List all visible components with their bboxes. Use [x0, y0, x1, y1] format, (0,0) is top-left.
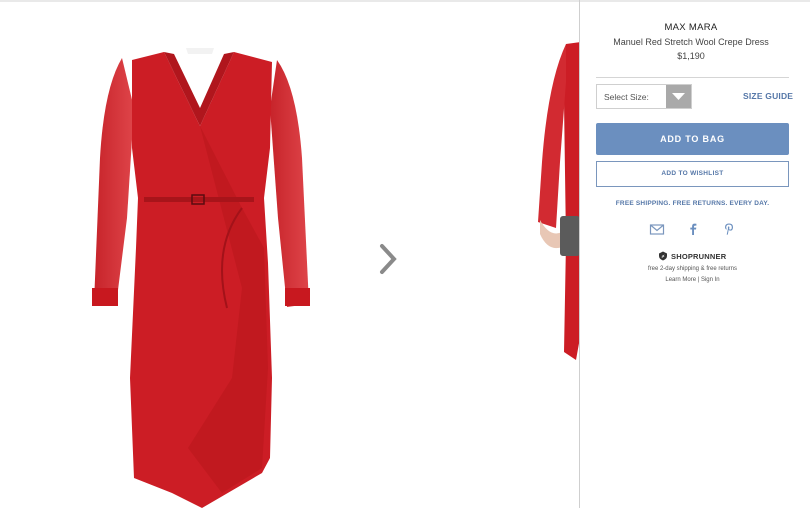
product-details-panel: MAX MARA Manuel Red Stretch Wool Crepe D… — [580, 0, 810, 508]
email-share-button[interactable] — [649, 222, 665, 236]
product-image-side — [538, 42, 579, 360]
product-image-gallery — [0, 2, 579, 508]
learn-more-link[interactable]: Learn More — [665, 277, 696, 283]
size-select-label: Select Size: — [604, 92, 649, 102]
next-image-arrow[interactable] — [372, 240, 402, 278]
chevron-right-icon — [380, 244, 397, 274]
pinterest-share-button[interactable] — [721, 222, 737, 236]
add-to-bag-button[interactable]: ADD TO BAG — [596, 123, 789, 155]
email-icon — [649, 224, 665, 235]
shoprunner-links: Learn More | Sign In — [580, 277, 805, 283]
size-select[interactable]: Select Size: — [596, 84, 692, 109]
sign-in-link[interactable]: Sign In — [701, 277, 720, 283]
brand-name: MAX MARA — [664, 22, 718, 33]
size-dropdown-toggle[interactable] — [666, 85, 691, 108]
product-price: $1,190 — [677, 51, 705, 61]
chevron-down-icon — [672, 93, 685, 100]
facebook-icon — [690, 223, 697, 235]
facebook-share-button[interactable] — [685, 222, 701, 236]
pinterest-icon — [725, 223, 733, 235]
shoprunner-tagline: free 2-day shipping & free returns — [647, 266, 738, 272]
shoprunner-logo-icon — [659, 251, 667, 261]
shipping-message: FREE SHIPPING. FREE RETURNS. EVERY DAY. — [615, 200, 770, 207]
size-guide-link[interactable]: SIZE GUIDE — [743, 91, 793, 101]
product-image-front — [92, 48, 310, 508]
shoprunner-name: SHOPRUNNER — [671, 252, 727, 261]
add-to-wishlist-button[interactable]: ADD TO WISHLIST — [596, 161, 789, 187]
divider-line — [596, 77, 789, 78]
product-name: Manuel Red Stretch Wool Crepe Dress — [613, 37, 769, 47]
